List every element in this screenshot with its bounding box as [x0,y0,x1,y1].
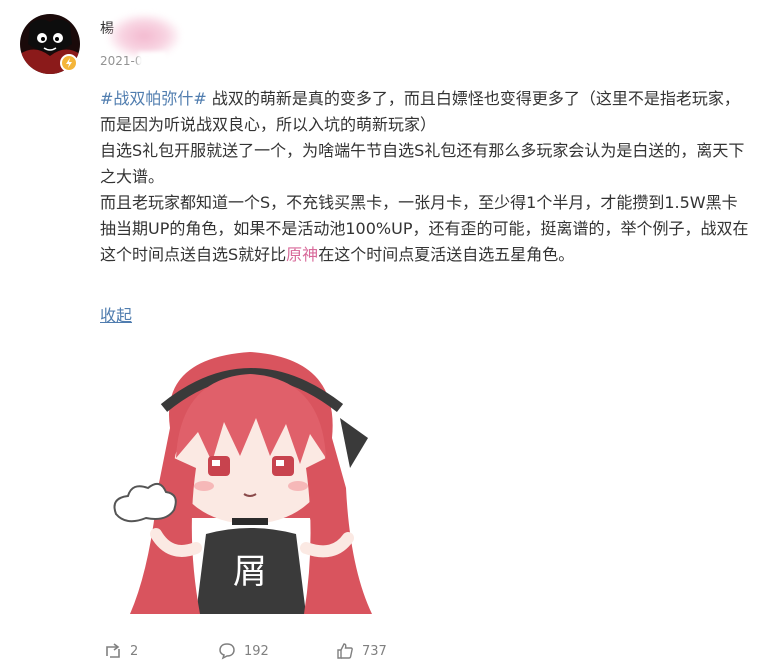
paragraph-2: 自选S礼包开服就送了一个，为啥端午节自选S礼包还有那么多玩家会认为是白送的，离天… [100,141,745,186]
like-count: 737 [362,643,387,659]
shirt-character: 屑 [233,552,267,592]
post-content: #战双帕弥什# 战双的萌新是真的变多了，而且白嫖怪也变得更多了（这里不是指老玩家… [100,86,750,268]
avatar-container[interactable] [20,14,80,74]
topic-link-genshin[interactable]: 原神 [286,245,318,264]
repost-count: 2 [130,643,139,659]
collapse-link[interactable]: 收起 [100,302,132,326]
paragraph-3: 而且老玩家都知道一个S，不充钱买黑卡，一张月卡，至少得1个半月，才能攒到1.5W… [100,190,750,268]
paragraph-1: #战双帕弥什# 战双的萌新是真的变多了，而且白嫖怪也变得更多了（这里不是指老玩家… [100,86,750,138]
time-mosaic [138,52,166,70]
paragraph-3-text-after: 在这个时间点夏活送自选五星角色。 [318,245,575,264]
repost-icon [104,642,122,660]
verified-badge-icon [60,54,78,72]
action-bar: 2 192 737 [100,640,500,664]
like-button[interactable]: 737 [336,642,387,660]
hashtag-link[interactable]: #战双帕弥什# [100,89,207,108]
repost-button[interactable]: 2 [104,642,138,660]
comment-button[interactable]: 192 [218,642,269,660]
like-icon [336,642,354,660]
comment-count: 192 [244,643,269,659]
comment-icon [218,642,236,660]
post-image-sticker[interactable]: 屑 [100,338,400,614]
